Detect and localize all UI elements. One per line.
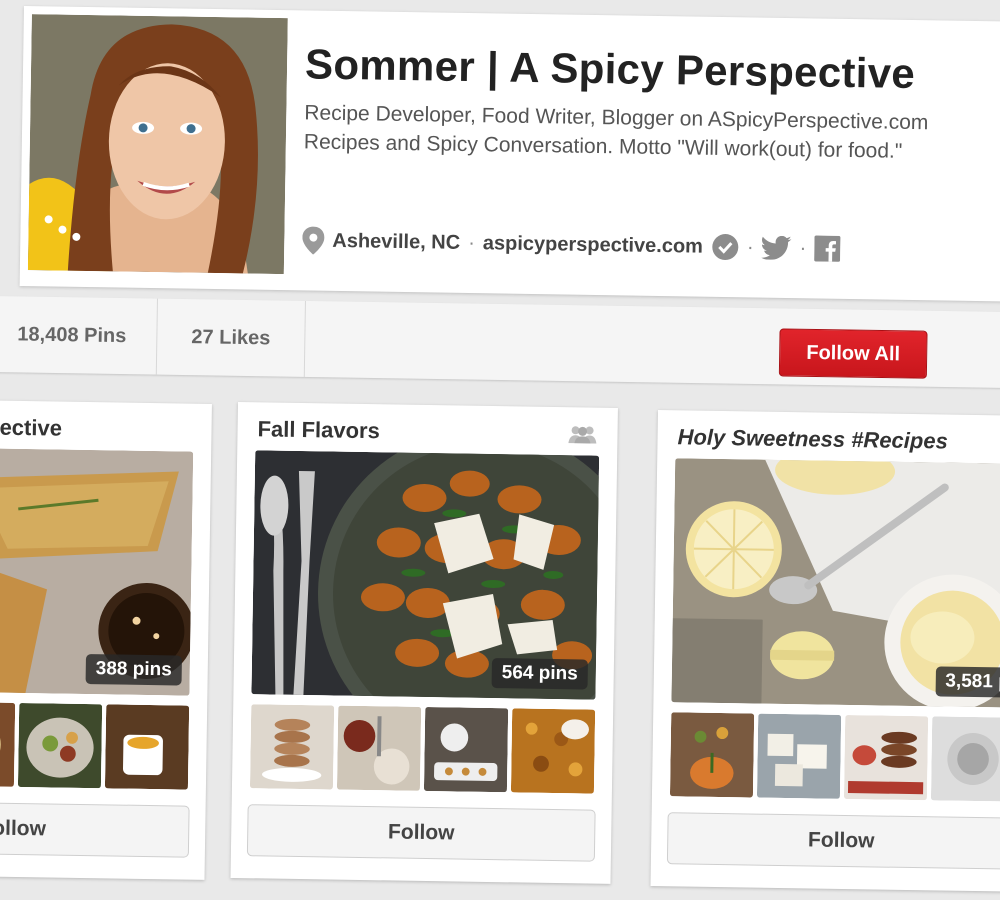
profile-info: Sommer | A Spicy Perspective Recipe Deve…	[304, 40, 1000, 167]
board-pin-count: 388 pins	[85, 654, 182, 686]
board-follow-button[interactable]: ollow	[0, 800, 190, 858]
board-card[interactable]: Holy Sweetness #Recipes 3,581 p Follow	[650, 410, 1000, 892]
board-title[interactable]: Fall Flavors	[257, 416, 380, 444]
board-thumbnail[interactable]	[17, 702, 103, 789]
profile-header: Sommer | A Spicy Perspective Recipe Deve…	[19, 6, 1000, 302]
board-title[interactable]: ective	[0, 415, 62, 442]
pins-count-tab[interactable]: 18,408 Pins	[0, 296, 158, 375]
board-cover-image[interactable]: 564 pins	[251, 450, 600, 700]
profile-avatar[interactable]	[27, 14, 288, 275]
profile-location: Asheville, NC	[332, 229, 461, 254]
board-thumbnails	[249, 704, 596, 794]
board-thumbnail[interactable]	[930, 716, 1000, 802]
board-thumbnail[interactable]	[104, 704, 190, 790]
board-card[interactable]: Fall Flavors 564 pins Follow	[230, 402, 618, 884]
board-thumbnail[interactable]	[0, 701, 16, 787]
board-thumbnail[interactable]	[756, 713, 842, 799]
likes-count-tab[interactable]: 27 Likes	[156, 298, 306, 377]
profile-website-link[interactable]: aspicyperspective.com	[483, 232, 703, 258]
profile-bio: Recipe Developer, Food Writer, Blogger o…	[304, 98, 1000, 167]
board-thumbnail[interactable]	[423, 706, 509, 793]
board-follow-button[interactable]: Follow	[246, 804, 596, 862]
twitter-icon[interactable]	[761, 235, 792, 260]
board-thumbnail[interactable]	[249, 704, 335, 790]
group-board-icon	[567, 425, 597, 444]
profile-stats-bar: 18,408 Pins 27 Likes Follow All	[0, 296, 1000, 389]
board-follow-button[interactable]: Follow	[666, 812, 1000, 870]
board-thumbnail[interactable]	[843, 714, 929, 801]
board-cover-image[interactable]: 388 pins	[0, 446, 194, 696]
location-pin-icon	[302, 226, 325, 255]
profile-name: Sommer | A Spicy Perspective	[304, 40, 916, 98]
board-thumbnail[interactable]	[336, 705, 422, 791]
board-pin-count: 3,581 p	[935, 666, 1000, 698]
facebook-icon[interactable]	[814, 235, 841, 262]
meta-separator: ·	[467, 231, 476, 254]
board-thumbnail[interactable]	[669, 712, 755, 798]
board-thumbnails	[0, 700, 190, 790]
follow-all-button[interactable]: Follow All	[778, 328, 928, 379]
board-cover-image[interactable]: 3,581 p	[671, 458, 1000, 708]
pinterest-profile-page: Sommer | A Spicy Perspective Recipe Deve…	[0, 0, 1000, 900]
board-thumbnail[interactable]	[510, 708, 596, 794]
board-title[interactable]: Holy Sweetness #Recipes	[677, 424, 948, 454]
board-pin-count: 564 pins	[491, 658, 588, 690]
board-card[interactable]: ective 388 pins ollow	[0, 398, 212, 880]
meta-separator: ·	[799, 236, 807, 259]
meta-separator: ·	[746, 235, 754, 258]
verified-check-icon	[711, 233, 739, 261]
profile-meta: Asheville, NC · aspicyperspective.com · …	[302, 226, 841, 262]
board-thumbnails	[669, 712, 1000, 802]
